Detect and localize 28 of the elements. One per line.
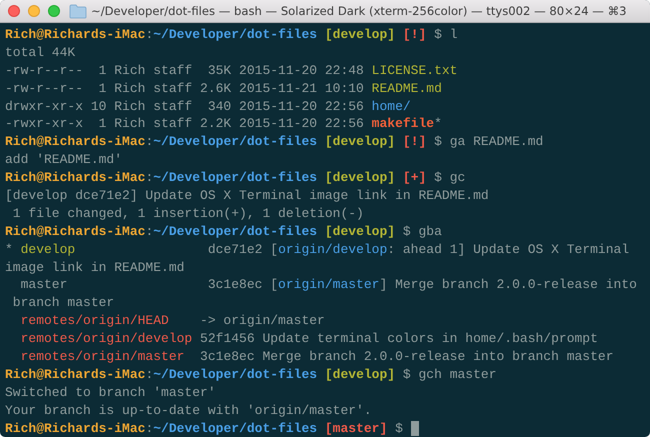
terminal-line: Rich@Richards-iMac:~/Developer/dot-files [master] $ bbox=[5, 420, 404, 437]
terminal-line: remotes/origin/HEAD -> origin/master bbox=[20, 312, 325, 330]
terminal-line: Rich@Richards-iMac:~/Developer/dot-files [develop] $ gch master bbox=[5, 366, 497, 384]
terminal-line: Rich@Richards-iMac:~/Developer/dot-files [develop] [+] $ gc bbox=[5, 169, 466, 188]
terminal-line: [develop dce71e2] Update OS X Terminal image link in README.md bbox=[5, 187, 489, 205]
terminal-line: add 'README.md' bbox=[5, 151, 122, 170]
terminal-line: Rich@Richards-iMac:~/Developer/dot-files [develop] $ gba bbox=[5, 222, 442, 241]
terminal-line: remotes/origin/master 3c1e8ec Merge branch 2.0.0-release into branch master bbox=[20, 348, 614, 366]
terminal-line: -rwxr-xr-x 1 Rich staff 2.2K 2015-11-20 22:56 makefile* bbox=[5, 115, 442, 134]
close-button[interactable] bbox=[8, 5, 20, 17]
terminal-line: branch master bbox=[12, 294, 114, 312]
terminal-line: total 44K bbox=[5, 44, 76, 62]
terminal-line: Rich@Richards-iMac:~/Developer/dot-files [develop] [!] $ ga README.md bbox=[5, 133, 544, 152]
minimize-button[interactable] bbox=[28, 5, 40, 17]
terminal-line: Rich@Richards-iMac:~/Developer/dot-files [develop] [!] $ l bbox=[5, 26, 458, 44]
terminal-line: * develop dce71e2 [origin/develop: ahead 1] Update OS X Terminal bbox=[5, 240, 630, 259]
terminal-line: drwxr-xr-x 10 Rich staff 340 2015-11-20 22:56 home/ bbox=[5, 98, 411, 116]
terminal-line: -rw-r--r-- 1 Rich staff 2.6K 2015-11-21 10:10 README.md bbox=[5, 80, 442, 98]
terminal-line: 1 file changed, 1 insertion(+), 1 deletion(-) bbox=[12, 204, 364, 223]
terminal-line: -rw-r--r-- 1 Rich staff 35K 2015-11-20 22:48 LICENSE.txt bbox=[5, 62, 458, 80]
terminal-line: image link in README.md bbox=[5, 258, 184, 276]
terminal-line: remotes/origin/develop 52f1456 Update terminal colors in home/.bash/prompt bbox=[20, 330, 598, 348]
zoom-button[interactable] bbox=[48, 5, 60, 17]
window-title: ~/Developer/dot-files — bash — Solarized Dark (xterm-256color) — ttys002 — 80×24 — ⌘3 bbox=[91, 4, 627, 18]
folder-icon bbox=[69, 4, 87, 18]
terminal-line: master 3c1e8ec [origin/master] Merge branch 2.0.0-release into bbox=[20, 276, 637, 294]
terminal-line: Switched to branch 'master' bbox=[5, 384, 216, 402]
terminal-line: Your branch is up-to-date with 'origin/master'. bbox=[5, 402, 372, 420]
